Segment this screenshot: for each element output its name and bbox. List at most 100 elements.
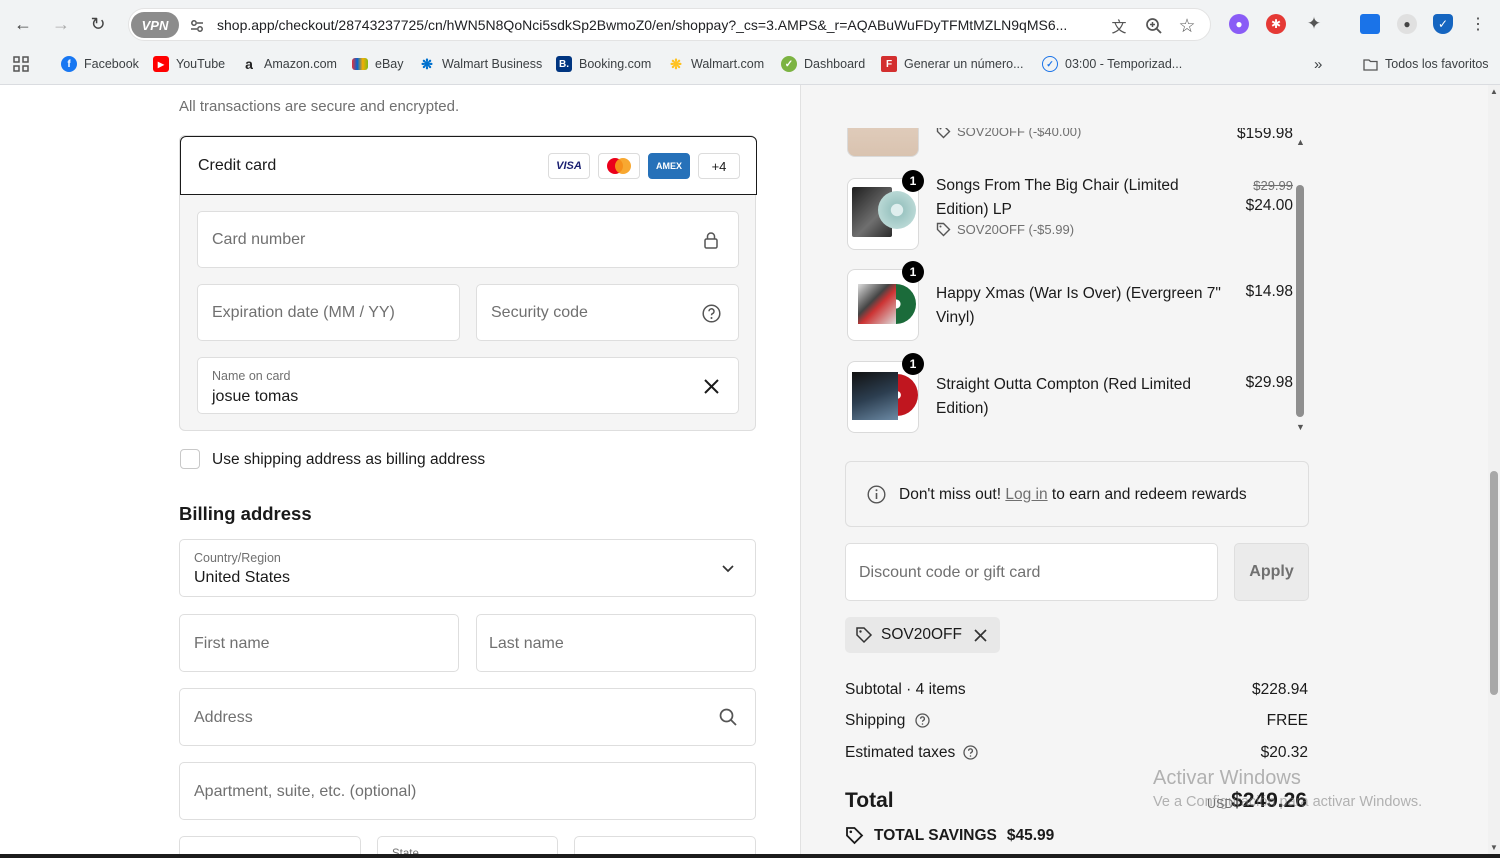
search-icon [717, 706, 739, 728]
item-original-price: $29.99 [1253, 178, 1293, 193]
zoom-icon[interactable] [1144, 16, 1164, 36]
bookmark-generar[interactable]: F Generar un número... [881, 55, 1024, 73]
address-field[interactable]: Address [179, 688, 756, 746]
shipping-value: FREE [1266, 712, 1308, 729]
tag-icon [936, 222, 951, 237]
applied-discount-tag: SOV20OFF [845, 617, 1000, 653]
product-thumbnail [847, 128, 919, 157]
help-circle-icon[interactable] [963, 745, 978, 765]
security-code-placeholder: Security code [491, 304, 588, 321]
card-number-field[interactable]: Card number [197, 211, 739, 268]
shipping-label: Shipping [845, 712, 906, 729]
windows-activation-watermark: Activar Windows [1153, 767, 1301, 789]
bookmark-youtube[interactable]: ▶ YouTube [153, 55, 225, 73]
taxes-value: $20.32 [1260, 744, 1308, 761]
credit-card-option[interactable]: Credit card VISA AMEX +4 [180, 136, 757, 195]
first-name-field[interactable]: First name [179, 614, 459, 672]
booking-icon: B. [556, 56, 572, 72]
forward-icon[interactable]: → [49, 12, 73, 36]
more-cards-badge: +4 [698, 153, 740, 179]
tag-icon [856, 627, 873, 644]
rewards-suffix: to earn and redeem rewards [1051, 486, 1247, 503]
bookmark-timer[interactable]: ✓ 03:00 - Temporizad... [1042, 55, 1182, 73]
remove-discount-icon[interactable] [974, 628, 987, 642]
clear-x-icon[interactable] [700, 375, 722, 397]
youtube-icon: ▶ [153, 56, 169, 72]
security-code-field[interactable]: Security code [476, 284, 739, 341]
use-shipping-label[interactable]: Use shipping address as billing address [212, 451, 485, 469]
bookmark-label: Todos los favoritos [1385, 57, 1489, 71]
item-name: Straight Outta Compton (Red Limited Edit… [936, 376, 1192, 417]
scroll-down-arrow-icon[interactable]: ▼ [1296, 422, 1305, 432]
address-bar[interactable]: VPN shop.app/checkout/28743237725/cn/hWN… [128, 8, 1211, 41]
help-circle-icon[interactable] [700, 302, 722, 324]
site-settings-icon[interactable] [187, 16, 207, 36]
country-select[interactable]: Country/Region United States [179, 539, 756, 597]
item-price: $14.98 [1245, 283, 1293, 300]
extension-purple-icon[interactable]: ● [1229, 14, 1249, 34]
bookmark-amazon[interactable]: a Amazon.com [241, 55, 337, 73]
extension-red-icon[interactable]: ✱ [1266, 14, 1286, 34]
bookmark-facebook[interactable]: f Facebook [61, 55, 139, 73]
apps-grid-icon[interactable] [13, 55, 29, 73]
bookmark-dashboard[interactable]: ✓ Dashboard [781, 55, 865, 73]
last-name-placeholder: Last name [489, 635, 564, 652]
extensions-puzzle-icon[interactable]: ✦ [1304, 14, 1324, 34]
credit-card-section: Credit card VISA AMEX +4 Card number Exp… [179, 135, 757, 431]
item-price: $159.98 [1236, 128, 1293, 142]
all-bookmarks-folder[interactable]: Todos los favoritos [1362, 55, 1489, 73]
help-circle-icon[interactable] [915, 713, 930, 733]
bookmark-walmart[interactable]: ❋ Walmart.com [668, 55, 764, 73]
scroll-down-arrow-icon[interactable]: ▼ [1490, 843, 1498, 852]
page-scrollbar[interactable]: ▲ ▼ [1488, 85, 1500, 858]
card-number-placeholder: Card number [212, 231, 306, 248]
discount-code-input[interactable]: Discount code or gift card [845, 543, 1218, 601]
menu-kebab-icon[interactable]: ⋮ [1468, 14, 1488, 34]
scroll-up-arrow-icon[interactable]: ▲ [1296, 137, 1305, 147]
expiration-placeholder: Expiration date (MM / YY) [212, 304, 395, 321]
login-link[interactable]: Log in [1005, 486, 1047, 503]
mastercard-logo [598, 153, 640, 179]
name-on-card-value: josue tomas [212, 388, 299, 405]
chevron-down-icon [717, 558, 739, 580]
last-name-field[interactable]: Last name [476, 614, 756, 672]
bookmark-booking[interactable]: B. Booking.com [556, 55, 651, 73]
profile-avatar-icon[interactable]: ● [1397, 14, 1417, 34]
lock-icon [700, 229, 722, 251]
bookmark-ebay[interactable]: eBay [352, 55, 404, 73]
address-placeholder: Address [194, 709, 253, 726]
name-on-card-label: Name on card [212, 369, 291, 383]
name-on-card-field[interactable]: Name on card josue tomas [197, 357, 739, 414]
shield-extension-icon[interactable]: ✓ [1433, 14, 1453, 34]
bookmark-label: Dashboard [804, 57, 866, 71]
bookmark-walmart-business[interactable]: ❋ Walmart Business [419, 55, 542, 73]
amex-logo: AMEX [648, 153, 690, 179]
translate-icon[interactable]: 文 [1109, 16, 1129, 36]
bookmark-label: 03:00 - Temporizad... [1065, 57, 1183, 71]
billing-address-heading: Billing address [179, 503, 312, 524]
apply-button[interactable]: Apply [1234, 543, 1309, 601]
reload-icon[interactable]: ↻ [86, 12, 110, 36]
apartment-field[interactable]: Apartment, suite, etc. (optional) [179, 762, 756, 820]
expiration-date-field[interactable]: Expiration date (MM / YY) [197, 284, 460, 341]
bookmark-label: Facebook [84, 57, 139, 71]
bookmark-label: Booking.com [579, 57, 652, 71]
back-icon[interactable]: ← [11, 12, 35, 36]
vpn-badge[interactable]: VPN [131, 12, 179, 38]
scroll-up-arrow-icon[interactable]: ▲ [1490, 87, 1498, 96]
item-name: Happy Xmas (War Is Over) (Evergreen 7" V… [936, 285, 1221, 326]
items-scrollbar-thumb[interactable] [1296, 185, 1304, 417]
taxes-label: Estimated taxes [845, 744, 956, 761]
bookmark-star-icon[interactable]: ☆ [1177, 16, 1197, 37]
side-panel-icon[interactable] [1360, 14, 1380, 34]
url-text[interactable]: shop.app/checkout/28743237725/cn/hWN5N8Q… [217, 17, 1097, 33]
taskbar-edge [0, 854, 1500, 858]
browser-toolbar: ← → ↻ VPN shop.app/checkout/28743237725/… [0, 0, 1500, 48]
quantity-badge: 1 [902, 261, 924, 283]
use-shipping-checkbox[interactable] [180, 449, 200, 469]
items-scrollbar[interactable]: ▲ ▼ [1294, 137, 1306, 436]
more-bookmarks-icon[interactable]: » [1314, 55, 1322, 73]
page-scrollbar-thumb[interactable] [1490, 471, 1498, 695]
walmart-spark-icon: ❋ [421, 55, 433, 72]
secure-notice: All transactions are secure and encrypte… [179, 98, 460, 115]
